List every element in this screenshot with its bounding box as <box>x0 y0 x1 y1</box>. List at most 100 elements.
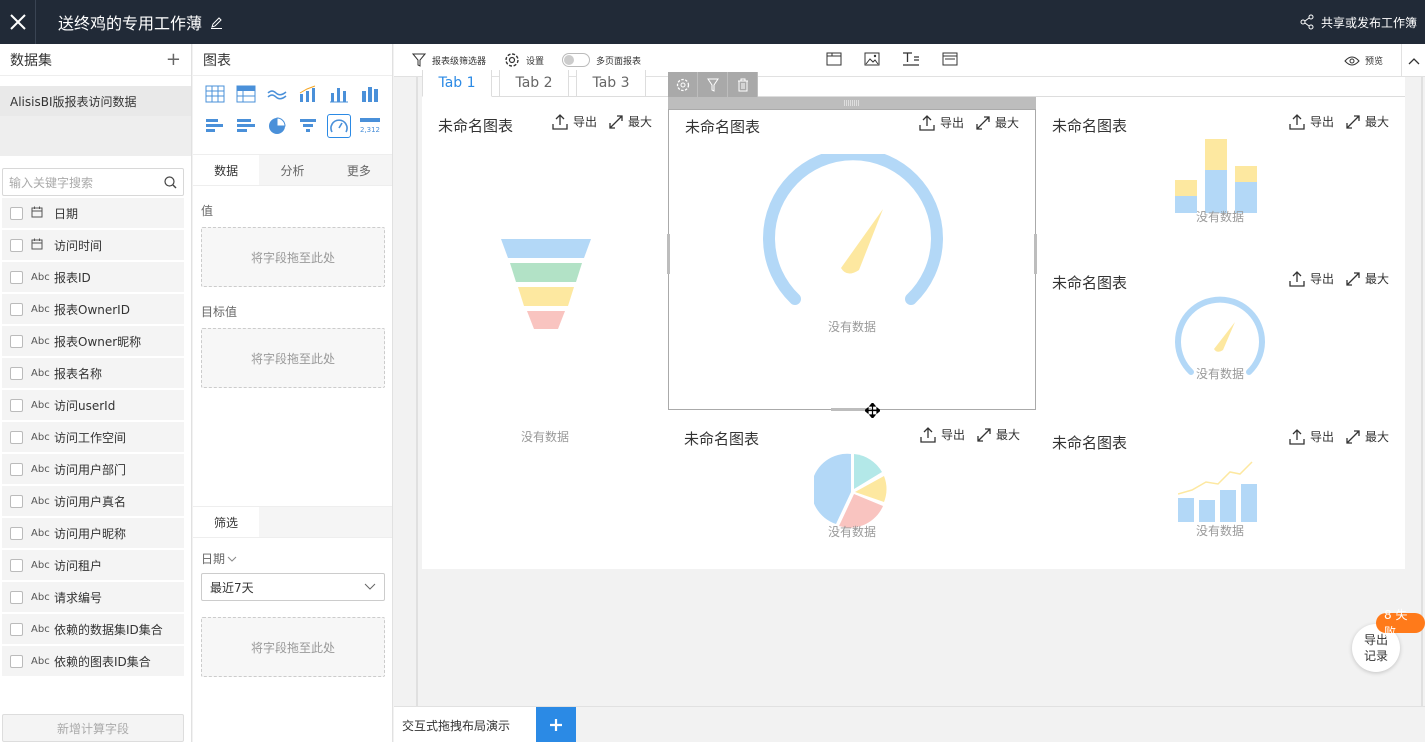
add-dataset-icon[interactable]: + <box>166 49 181 70</box>
field-checkbox[interactable] <box>10 462 23 476</box>
resize-handle-left[interactable] <box>667 234 670 274</box>
chart-card-combo[interactable]: 未命名图表 导出 最大 没有数据 <box>1036 414 1405 560</box>
field-item[interactable]: Abc 请求编号 <box>2 582 184 612</box>
funnel-chart-icon[interactable] <box>296 114 320 138</box>
field-checkbox[interactable] <box>10 622 23 636</box>
chart-card-pie[interactable]: 未命名图表 导出 最大 没有数据 <box>668 410 1036 560</box>
close-button[interactable] <box>0 0 36 44</box>
date-filter-label-text: 日期 <box>201 552 226 566</box>
field-item[interactable]: Abc 访问userId <box>2 390 184 420</box>
tab-more[interactable]: 更多 <box>326 155 392 185</box>
multipage-toggle[interactable]: 多页面报表 <box>562 53 641 67</box>
fail-count-badge[interactable]: 8 失败 <box>1376 608 1425 639</box>
table-chart-icon[interactable] <box>203 82 227 106</box>
tab-analysis[interactable]: 分析 <box>259 155 325 185</box>
component-filter-icon[interactable] <box>698 72 728 97</box>
field-item[interactable]: 访问时间 <box>2 230 184 260</box>
pie-chart-icon[interactable] <box>265 114 289 138</box>
field-item[interactable]: Abc 访问用户昵称 <box>2 518 184 548</box>
maximize-button[interactable]: 最大 <box>976 114 1019 131</box>
stacked-bar-chart-icon[interactable] <box>358 82 382 106</box>
field-item[interactable]: Abc 报表ID <box>2 262 184 292</box>
edit-title-icon[interactable] <box>210 16 223 29</box>
chart-card-funnel[interactable]: 未命名图表 导出 最大 没有数据 <box>422 97 668 444</box>
component-delete-icon[interactable] <box>728 72 758 97</box>
maximize-button[interactable]: 最大 <box>1346 270 1389 287</box>
folder-icon[interactable] <box>826 52 842 69</box>
component-settings-icon[interactable] <box>668 72 698 97</box>
tab-filter[interactable]: 筛选 <box>193 507 259 537</box>
field-item[interactable]: Abc 报表名称 <box>2 358 184 388</box>
field-checkbox[interactable] <box>10 206 23 220</box>
no-data-label: 没有数据 <box>1195 524 1245 538</box>
maximize-button[interactable]: 最大 <box>609 113 652 130</box>
target-value-dropzone[interactable]: 将字段拖至此处 <box>201 328 385 388</box>
line-chart-icon[interactable] <box>265 82 289 106</box>
drag-handle-bar[interactable] <box>668 97 1036 109</box>
field-item[interactable]: Abc 报表OwnerID <box>2 294 184 324</box>
export-button[interactable]: 导出 <box>920 426 965 443</box>
export-button[interactable]: 导出 <box>552 113 597 130</box>
kpi-card-icon[interactable]: 2,312 <box>358 114 382 138</box>
gauge-chart-icon[interactable] <box>327 114 351 138</box>
field-item[interactable]: 日期 <box>2 198 184 228</box>
date-range-select[interactable]: 最近7天 <box>201 573 385 601</box>
field-search-input[interactable]: 输入关键字搜索 <box>2 168 184 196</box>
export-button[interactable]: 导出 <box>1289 113 1334 130</box>
text-type-icon: Abc <box>31 399 50 411</box>
chart-card-gauge-selected[interactable]: 未命名图表 导出 最大 没有数据 <box>667 109 1037 411</box>
chart-card-stacked-bar[interactable]: 未命名图表 导出 最大 没有数据 <box>1036 97 1405 254</box>
field-checkbox[interactable] <box>10 590 23 604</box>
filter-dropzone[interactable]: 将字段拖至此处 <box>201 617 385 677</box>
dataset-item[interactable]: AlisisBI版报表访问数据 <box>0 86 191 116</box>
field-item[interactable]: Abc 报表Owner昵称 <box>2 326 184 356</box>
field-checkbox[interactable] <box>10 526 23 540</box>
field-item[interactable]: Abc 依赖的数据集ID集合 <box>2 614 184 644</box>
field-checkbox[interactable] <box>10 494 23 508</box>
field-checkbox[interactable] <box>10 366 23 380</box>
add-sheet-button[interactable] <box>536 707 576 742</box>
export-button[interactable]: 导出 <box>919 114 964 131</box>
field-checkbox[interactable] <box>10 238 23 252</box>
share-publish-button[interactable]: 共享或发布工作簿 <box>1299 0 1417 44</box>
maximize-button[interactable]: 最大 <box>1346 113 1389 130</box>
sheet-tab[interactable]: 交互式拖拽布局演示 <box>394 707 536 742</box>
maximize-button[interactable]: 最大 <box>1346 428 1389 445</box>
tab-1[interactable]: Tab 1 <box>422 70 492 97</box>
expand-icon <box>1346 271 1360 286</box>
field-checkbox[interactable] <box>10 558 23 572</box>
layout-icon[interactable] <box>942 52 958 69</box>
tab-3[interactable]: Tab 3 <box>576 70 646 97</box>
chart-card-gauge-small[interactable]: 未命名图表 导出 最大 没有数据 <box>1036 254 1405 414</box>
export-button[interactable]: 导出 <box>1289 428 1334 445</box>
preview-button[interactable]: 预览 <box>1344 44 1383 77</box>
field-checkbox[interactable] <box>10 302 23 316</box>
combo-chart-icon[interactable] <box>296 82 320 106</box>
image-icon[interactable] <box>864 52 880 69</box>
stacked-horizontal-bar-icon[interactable] <box>234 114 258 138</box>
field-item[interactable]: Abc 访问租户 <box>2 550 184 580</box>
field-checkbox[interactable] <box>10 654 23 668</box>
bar-chart-icon[interactable] <box>327 82 351 106</box>
cross-table-chart-icon[interactable] <box>234 82 258 106</box>
field-item[interactable]: Abc 访问工作空间 <box>2 422 184 452</box>
collapse-toolbar-button[interactable] <box>1401 44 1425 77</box>
report-filter-button[interactable]: 报表级筛选器 <box>412 53 486 67</box>
field-checkbox[interactable] <box>10 398 23 412</box>
field-item[interactable]: Abc 依赖的图表ID集合 <box>2 646 184 676</box>
date-filter-label[interactable]: 日期 <box>201 550 392 567</box>
add-calculated-field-button[interactable]: 新增计算字段 <box>2 714 184 742</box>
text-icon[interactable] <box>902 52 920 69</box>
horizontal-bar-chart-icon[interactable] <box>203 114 227 138</box>
field-checkbox[interactable] <box>10 270 23 284</box>
value-dropzone[interactable]: 将字段拖至此处 <box>201 227 385 287</box>
field-checkbox[interactable] <box>10 430 23 444</box>
field-checkbox[interactable] <box>10 334 23 348</box>
maximize-button[interactable]: 最大 <box>977 426 1020 443</box>
field-item[interactable]: Abc 访问用户部门 <box>2 454 184 484</box>
settings-button[interactable]: 设置 <box>504 52 544 68</box>
export-button[interactable]: 导出 <box>1289 270 1334 287</box>
tab-data[interactable]: 数据 <box>193 155 260 185</box>
field-item[interactable]: Abc 访问用户真名 <box>2 486 184 516</box>
tab-2[interactable]: Tab 2 <box>499 70 569 97</box>
